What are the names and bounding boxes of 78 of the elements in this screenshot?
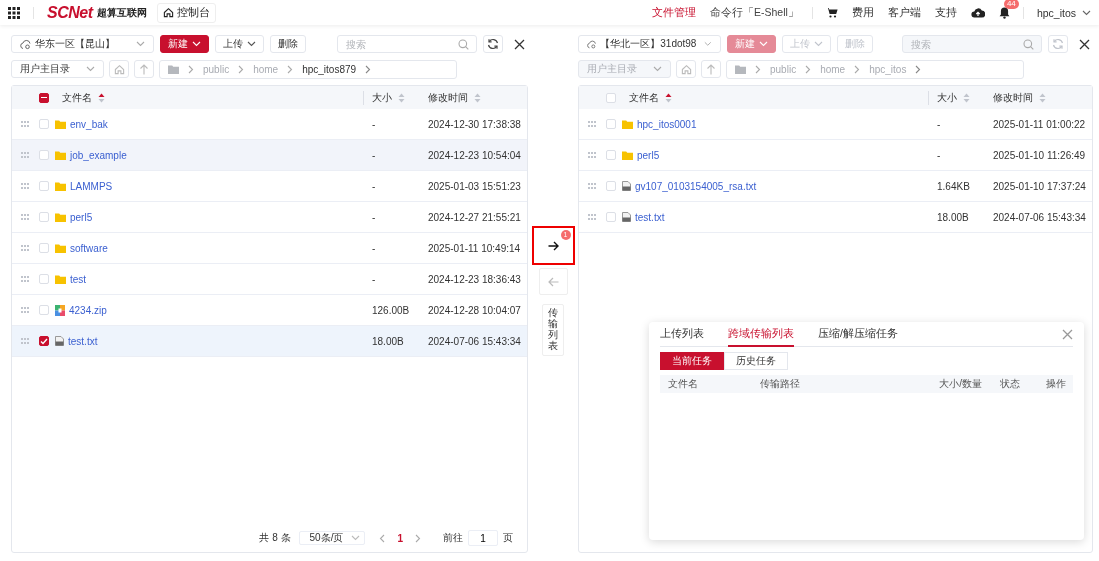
file-name-link[interactable]: perl5 — [70, 211, 93, 223]
file-name-link[interactable]: test.txt — [68, 335, 98, 347]
column-header: 文件名 — [62, 90, 92, 105]
modified-time: 2024-07-06 15:43:34 — [427, 335, 522, 347]
file-size: - — [371, 118, 377, 130]
file-row[interactable]: test - 2024-12-23 18:36:43 — [12, 264, 527, 295]
page-size-select[interactable]: 50条/页 — [298, 531, 366, 545]
modified-time: 2024-12-30 17:38:38 — [427, 118, 522, 130]
file-size: 18.00B — [371, 335, 405, 347]
column-header: 大小 — [372, 90, 392, 105]
column-header: 修改时间 — [428, 90, 468, 105]
modified-time: 2025-01-10 11:26:49 — [992, 149, 1087, 161]
transfer-list-button[interactable]: 传输列表 — [542, 304, 564, 356]
nav-link[interactable]: 命令行「E-Shell」 — [710, 5, 799, 20]
file-size: - — [371, 180, 377, 192]
file-name-link[interactable]: env_bak — [70, 118, 108, 130]
nav-link[interactable]: 费用 — [851, 5, 874, 20]
nav-link[interactable]: 支持 — [934, 5, 957, 20]
dropdown-button[interactable]: 上传 — [215, 35, 264, 53]
file-row[interactable]: test.txt 18.00B 2024-07-06 15:43:34 — [12, 326, 527, 357]
column-header: 修改时间 — [993, 90, 1033, 105]
file-size: 126.00B — [371, 304, 411, 316]
file-row[interactable]: LAMMPS - 2025-01-03 15:51:23 — [12, 171, 527, 202]
file-name-link[interactable]: 4234.zip — [69, 304, 107, 316]
tab[interactable]: 上传列表 — [660, 327, 704, 347]
modified-time: 2024-07-06 15:43:34 — [992, 211, 1087, 223]
user-name[interactable]: hpc_itos — [1036, 6, 1076, 19]
goto-page-field[interactable]: 1 — [468, 530, 498, 546]
file-row[interactable]: software - 2025-01-11 10:49:14 — [12, 233, 527, 264]
action-button[interactable]: 删除 — [270, 35, 306, 53]
file-name-link[interactable]: LAMMPS — [70, 180, 113, 192]
file-name-link[interactable]: test — [70, 273, 87, 285]
file-row[interactable]: perl5 - 2024-12-27 21:55:21 — [12, 202, 527, 233]
file-size: - — [936, 118, 942, 130]
tab[interactable]: 跨域传输列表 — [728, 327, 794, 347]
modified-time: 2024-12-27 21:55:21 — [427, 211, 522, 223]
file-name-link[interactable]: software — [70, 242, 108, 254]
segment-tab[interactable]: 当前任务 — [660, 352, 724, 370]
file-name-link[interactable]: job_example — [70, 149, 127, 161]
file-size: - — [371, 273, 377, 285]
file-size: - — [936, 149, 942, 161]
nav-link[interactable]: 文件管理 — [652, 5, 697, 20]
modified-time: 2025-01-03 15:51:23 — [427, 180, 522, 192]
logo-subtitle: 超算互联网 — [96, 5, 147, 20]
column-header: 大小/数量 — [938, 377, 982, 391]
file-size: - — [371, 242, 377, 254]
logo-text[interactable]: SCNet — [47, 3, 93, 22]
modified-time: 2025-01-11 10:49:14 — [427, 242, 522, 254]
modified-time: 2025-01-10 17:37:24 — [992, 180, 1087, 192]
goto-label: 前往 — [443, 531, 463, 545]
file-size: 18.00B — [936, 211, 970, 223]
column-header: 状态 — [999, 377, 1021, 391]
dropdown-button[interactable]: 新建 — [160, 35, 209, 53]
column-header: 文件名 — [668, 377, 699, 391]
column-header: 操作 — [1045, 377, 1067, 391]
search-field[interactable]: 搜索 — [337, 35, 477, 53]
tab[interactable]: 压缩/解压缩任务 — [818, 327, 898, 347]
modified-time: 2024-12-23 18:36:43 — [427, 273, 522, 285]
region-select[interactable]: 华东一区【昆山】 — [11, 35, 154, 53]
file-row[interactable]: job_example - 2024-12-23 10:54:04 — [12, 140, 527, 171]
column-header: 文件名 — [629, 90, 659, 105]
file-size: - — [371, 211, 377, 223]
page-number[interactable]: 1 — [397, 532, 403, 544]
breadcrumb-item[interactable]: hpc_itos879 — [302, 63, 357, 75]
nav-link[interactable]: 客户端 — [887, 5, 921, 20]
column-header: 大小 — [937, 90, 957, 105]
total-count: 共 8 条 — [259, 531, 291, 545]
directory-select[interactable]: 用户主目录 — [11, 60, 104, 78]
console-button[interactable]: 控制台 — [156, 2, 216, 23]
file-size: 1.64KB — [936, 180, 971, 192]
file-size: - — [371, 149, 377, 161]
notification-badge: 44 — [1003, 0, 1019, 9]
modified-time: 2024-12-28 10:04:07 — [427, 304, 522, 316]
segment-tab[interactable]: 历史任务 — [724, 352, 788, 370]
modified-time: 2025-01-11 01:00:22 — [992, 118, 1087, 130]
column-header: 传输路径 — [760, 377, 801, 391]
modified-time: 2024-12-23 10:54:04 — [427, 149, 522, 161]
page-suffix: 页 — [503, 531, 513, 545]
